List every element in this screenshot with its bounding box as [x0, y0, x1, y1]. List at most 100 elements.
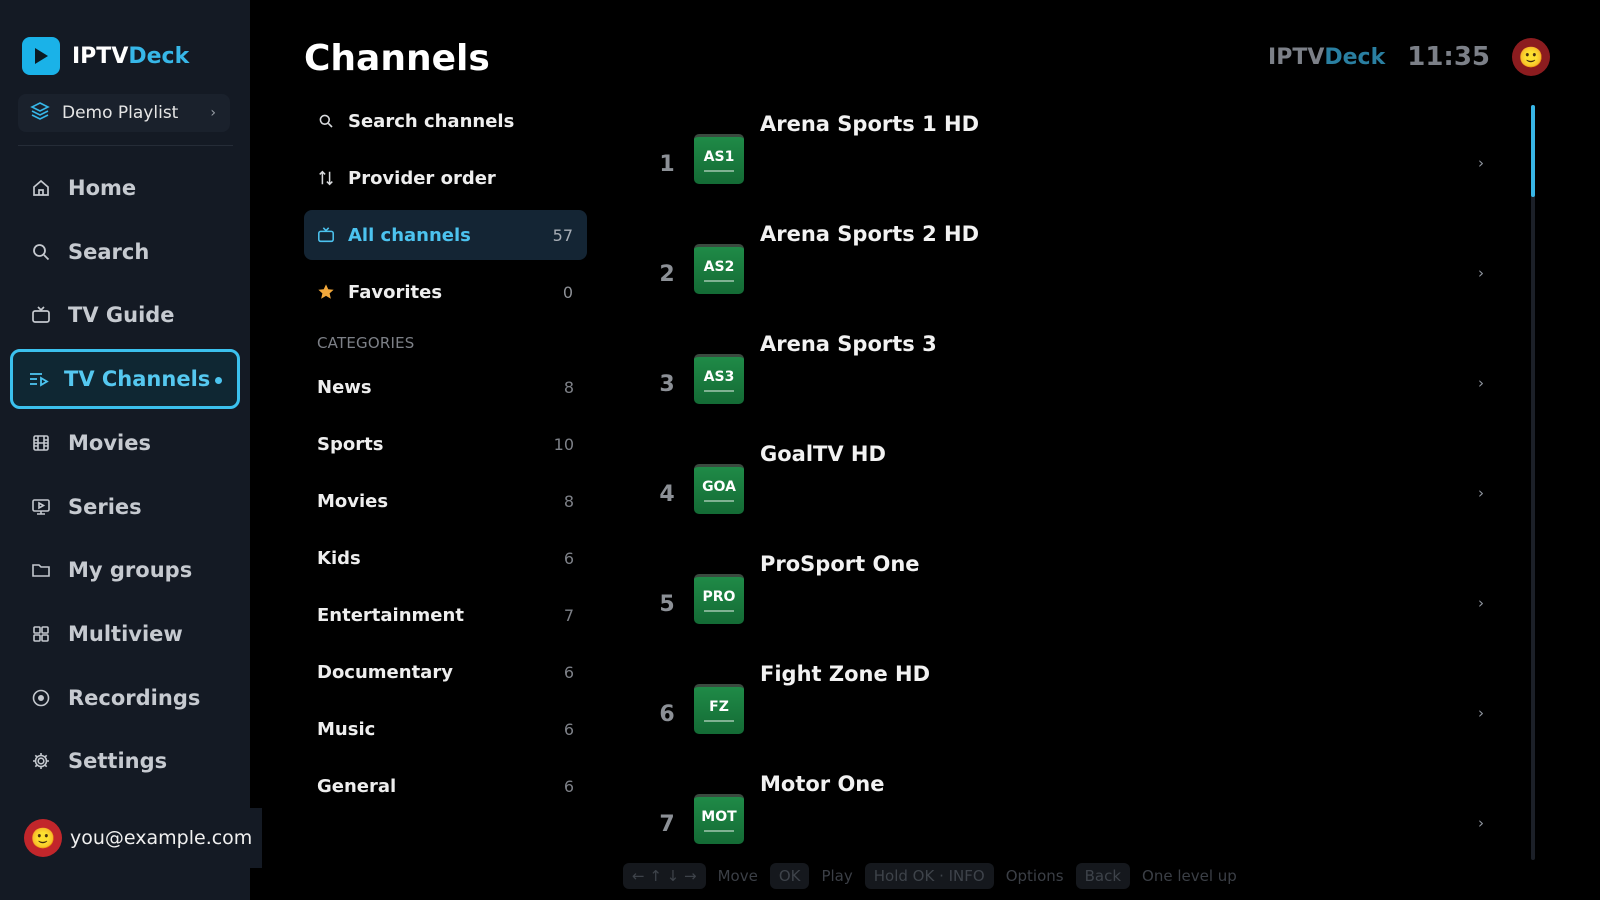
channel-number: 5 — [659, 592, 675, 617]
page-title: Channels — [304, 38, 490, 79]
nav-item-tv-guide[interactable]: TV Guide — [10, 285, 240, 345]
channel-row[interactable]: 1 AS1 Arena Sports 1 HD › — [650, 112, 1512, 212]
channel-number: 3 — [659, 372, 675, 397]
category-item[interactable]: Documentary 6 — [317, 657, 574, 687]
brand-prefix: IPTV — [72, 43, 129, 69]
nav-item-search[interactable]: Search — [10, 222, 240, 282]
tv-icon — [30, 304, 52, 326]
nav-item-movies[interactable]: Movies — [10, 413, 240, 473]
user-account[interactable]: 🙂 you@example.com — [0, 808, 262, 868]
nav-label: Series — [68, 495, 142, 519]
hint-options: Options — [1005, 867, 1064, 885]
category-item[interactable]: Kids 6 — [317, 543, 574, 573]
sort-order-label: Provider order — [348, 167, 496, 189]
nav-item-my-groups[interactable]: My groups — [10, 540, 240, 600]
favorites-count: 0 — [562, 282, 573, 302]
logo-subtext — [704, 830, 734, 832]
nav-label: Recordings — [68, 686, 201, 710]
all-channels-label: All channels — [348, 224, 471, 246]
channel-logo-abbr: AS2 — [703, 259, 735, 275]
channel-name: Arena Sports 1 HD — [760, 112, 980, 136]
folder-icon — [30, 559, 52, 581]
header-avatar[interactable]: 🙂 — [1512, 38, 1550, 76]
header-brand-accent: Deck — [1324, 44, 1386, 70]
nav-label: Search — [68, 240, 150, 264]
channel-logo: MOT — [694, 794, 744, 844]
nav-item-tv-channels[interactable]: TV Channels — [10, 349, 240, 409]
nav-item-recordings[interactable]: Recordings — [10, 668, 240, 728]
playlist-selector[interactable]: Demo Playlist › — [18, 94, 230, 132]
nav-item-series[interactable]: Series — [10, 477, 240, 537]
user-email: you@example.com — [70, 827, 253, 849]
channel-name: Fight Zone HD — [760, 662, 931, 686]
category-item[interactable]: Movies 8 — [317, 486, 574, 516]
channel-row[interactable]: 4 GOA GoalTV HD › — [650, 442, 1512, 542]
film-icon — [30, 432, 52, 454]
nav-label: TV Channels — [64, 367, 211, 391]
filter-favorites[interactable]: Favorites 0 — [304, 267, 587, 317]
category-item[interactable]: Entertainment 7 — [317, 600, 574, 630]
channel-name: GoalTV HD — [760, 442, 886, 466]
logo-subtext — [704, 500, 734, 502]
grid-icon — [30, 623, 52, 645]
header-brand-prefix: IPTV — [1268, 44, 1325, 70]
sidebar: IPTVDeck Demo Playlist › Home Search TV … — [0, 0, 250, 900]
category-label: Kids — [317, 547, 361, 569]
search-channels-button[interactable]: Search channels — [304, 96, 587, 146]
search-channels-label: Search channels — [348, 110, 515, 132]
channel-logo-abbr: PRO — [702, 589, 736, 605]
avatar: 🙂 — [24, 819, 62, 857]
key-hints: ← ↑ ↓ → Move OK Play Hold OK · INFO Opti… — [623, 862, 1249, 890]
channel-number: 2 — [659, 262, 675, 287]
hint-play: Play — [821, 867, 853, 885]
channel-name: Arena Sports 3 — [760, 332, 937, 356]
key-back: Back — [1075, 863, 1131, 889]
logo-subtext — [704, 170, 734, 172]
chevron-right-icon: › — [210, 105, 216, 121]
category-label: Music — [317, 718, 376, 740]
brand-name: IPTVDeck — [72, 44, 189, 69]
category-count: 8 — [563, 491, 574, 511]
logo-subtext — [704, 610, 734, 612]
monitor-play-icon — [30, 496, 52, 518]
scrollbar-thumb[interactable] — [1531, 105, 1535, 197]
scrollbar-track[interactable] — [1531, 105, 1535, 860]
nav-item-settings[interactable]: Settings — [10, 731, 240, 791]
nav-item-home[interactable]: Home — [10, 158, 240, 218]
category-item[interactable]: General 6 — [317, 771, 574, 801]
sort-order-button[interactable]: Provider order — [304, 153, 587, 203]
nav-label: My groups — [68, 558, 193, 582]
clock: 11:35 — [1407, 42, 1490, 72]
category-count: 8 — [563, 377, 574, 397]
chevron-right-icon: › — [1478, 704, 1484, 722]
key-arrows: ← ↑ ↓ → — [623, 863, 706, 889]
category-count: 7 — [563, 605, 574, 625]
channel-number: 1 — [659, 152, 675, 177]
category-item[interactable]: Music 6 — [317, 714, 574, 744]
nav-label: Multiview — [68, 622, 183, 646]
category-item[interactable]: Sports 10 — [317, 429, 574, 459]
channel-row[interactable]: 2 AS2 Arena Sports 2 HD › — [650, 222, 1512, 322]
channel-logo-abbr: MOT — [701, 809, 737, 825]
channel-row[interactable]: 3 AS3 Arena Sports 3 › — [650, 332, 1512, 432]
channel-logo: AS3 — [694, 354, 744, 404]
filter-all-channels[interactable]: All channels 57 — [304, 210, 587, 260]
logo-subtext — [704, 280, 734, 282]
nav-label: Settings — [68, 749, 168, 773]
gear-icon — [30, 750, 52, 772]
chevron-right-icon: › — [1478, 484, 1484, 502]
category-item[interactable]: News 8 — [317, 372, 574, 402]
key-hold-ok: Hold OK · INFO — [864, 863, 994, 889]
key-ok: OK — [769, 863, 810, 889]
category-count: 6 — [563, 776, 574, 796]
brand-accent: Deck — [128, 43, 190, 69]
channel-row[interactable]: 6 FZ Fight Zone HD › — [650, 662, 1512, 762]
category-label: Movies — [317, 490, 389, 512]
channel-row[interactable]: 5 PRO ProSport One › — [650, 552, 1512, 652]
category-label: Sports — [317, 433, 384, 455]
channel-row[interactable]: 7 MOT Motor One › — [650, 772, 1512, 872]
chevron-right-icon: › — [1478, 374, 1484, 392]
nav-item-multiview[interactable]: Multiview — [10, 604, 240, 664]
hint-back: One level up — [1142, 867, 1237, 885]
layers-icon — [30, 101, 50, 125]
